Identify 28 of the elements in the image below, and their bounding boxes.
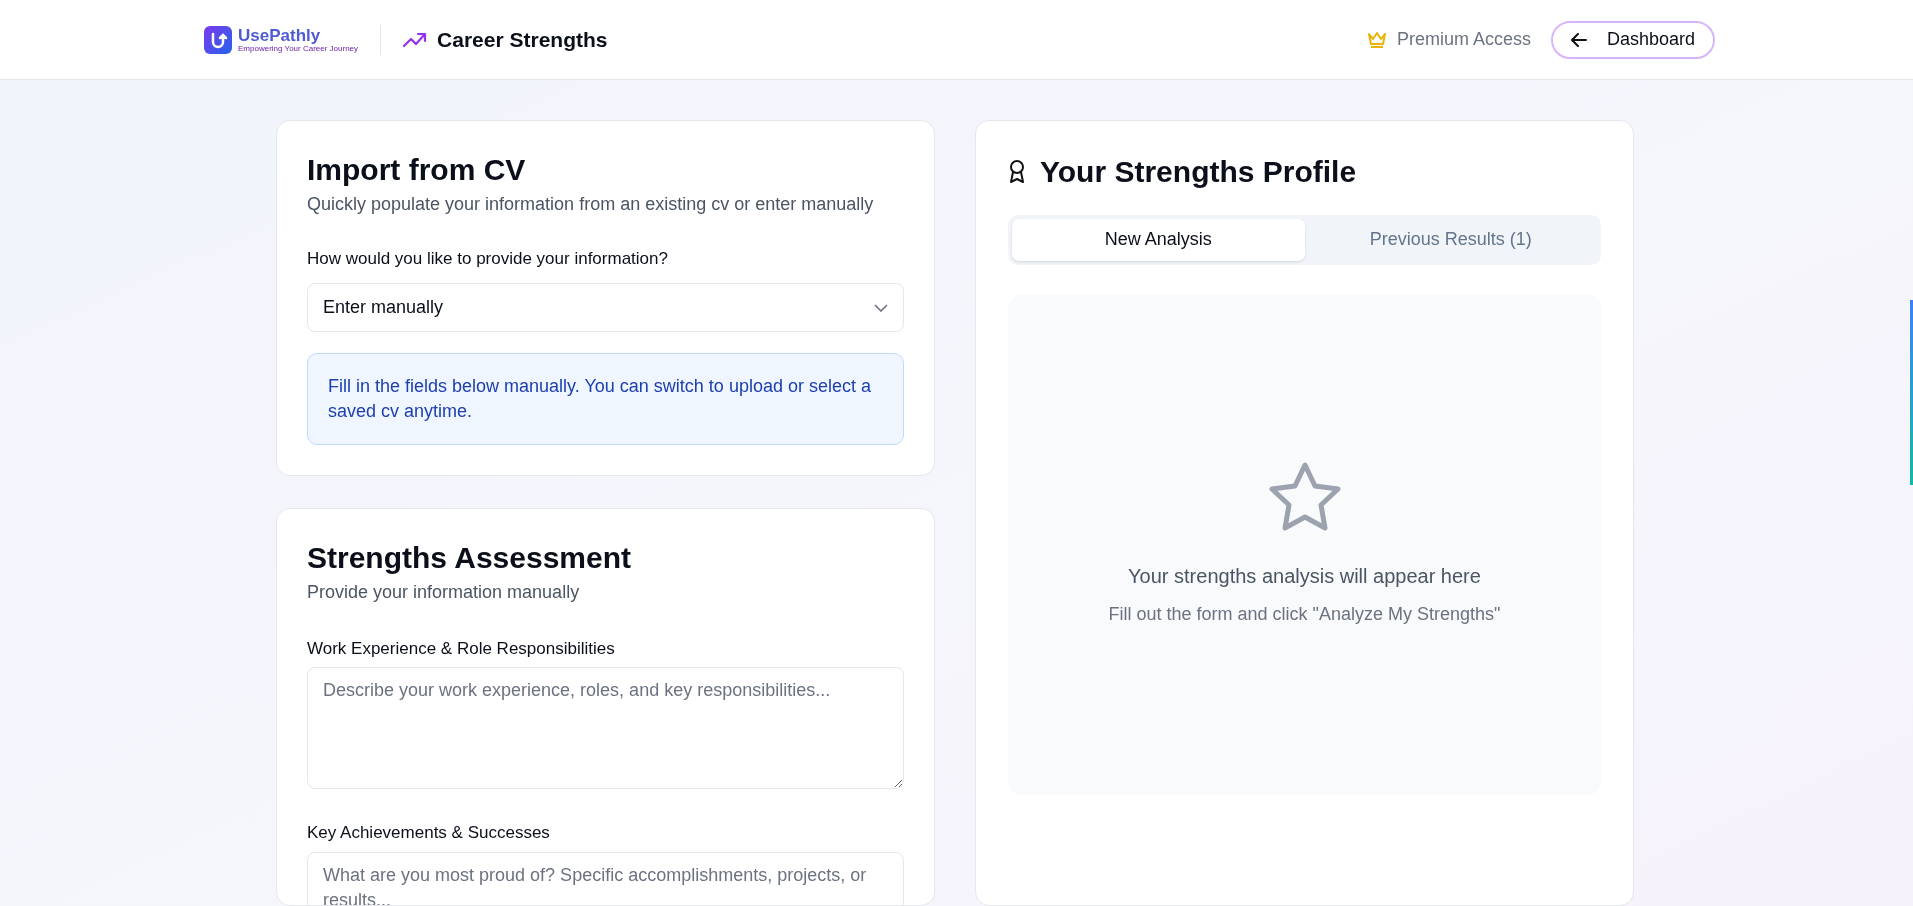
trend-icon bbox=[403, 31, 428, 48]
source-select[interactable]: Enter manually bbox=[307, 283, 904, 332]
chevron-down-icon bbox=[874, 303, 888, 312]
logo-icon bbox=[204, 25, 232, 54]
field-label: How would you like to provide your information? bbox=[307, 247, 669, 270]
empty-state-title: Your strengths analysis will appear here bbox=[1128, 564, 1481, 589]
text-area[interactable]: What are you most proud of? Specific accomplishments, projects, or results... bbox=[307, 851, 904, 905]
card-title: Import from CV bbox=[307, 152, 527, 188]
card-subtitle: Provide your information manually bbox=[307, 580, 581, 604]
logo-tagline: Empowering Your Career Journey bbox=[238, 44, 359, 53]
card-subtitle: Quickly populate your information from an existing cv or enter manually bbox=[307, 192, 875, 216]
card-title: Your Strengths Profile bbox=[1040, 154, 1357, 190]
arrow-left-icon bbox=[1570, 32, 1587, 47]
award-icon bbox=[1008, 159, 1026, 184]
tab[interactable]: Previous Results (1) bbox=[1304, 218, 1597, 261]
card-title: Strengths Assessment bbox=[307, 540, 632, 576]
dashboard-button[interactable]: Dashboard bbox=[1550, 20, 1715, 59]
star-icon bbox=[1266, 461, 1343, 533]
field-label: Key Achievements & Successes bbox=[307, 822, 551, 844]
tab[interactable]: New Analysis bbox=[1012, 218, 1305, 261]
field-label: Work Experience & Role Responsibilities bbox=[307, 637, 616, 660]
text-area[interactable]: Describe your work experience, roles, and key responsibilities... bbox=[307, 667, 904, 789]
crown-icon bbox=[1366, 30, 1387, 49]
empty-state-hint: Fill out the form and click "Analyze My Strengths" bbox=[1108, 603, 1501, 626]
logo-name: UsePathly bbox=[238, 26, 321, 44]
premium-label: Premium Access bbox=[1396, 28, 1531, 51]
page-title: Career Strengths bbox=[437, 26, 608, 53]
info-message: Fill in the fields below manually. You can switch to upload or select a saved cv anytime. bbox=[307, 353, 904, 445]
